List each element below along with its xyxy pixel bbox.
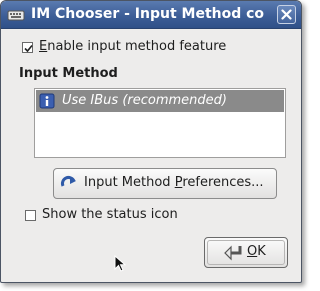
im-chooser-window: IM Chooser - Input Method co Enable inpu… — [0, 0, 302, 283]
refresh-arrow-icon — [60, 175, 78, 197]
mouse-pointer-icon — [114, 254, 127, 277]
list-item-label: Use IBus (recommended) — [62, 93, 227, 108]
close-button[interactable] — [277, 5, 296, 24]
ok-button[interactable]: OK — [204, 237, 288, 268]
keyboard-icon — [7, 8, 25, 22]
checkmark-icon — [24, 44, 33, 53]
input-method-preferences-button[interactable]: Input Method Preferences... — [53, 168, 277, 199]
input-method-list[interactable]: Use IBus (recommended) — [34, 88, 286, 158]
title-bar[interactable]: IM Chooser - Input Method co — [1, 1, 301, 29]
enable-im-checkbox[interactable] — [22, 42, 33, 53]
window-title: IM Chooser - Input Method co — [31, 6, 265, 22]
ok-arrow-icon — [223, 244, 243, 265]
mnemonic-o: O — [247, 244, 258, 259]
show-status-icon-label[interactable]: Show the status icon — [42, 207, 178, 222]
list-item[interactable]: Use IBus (recommended) — [36, 90, 284, 112]
ok-button-focus-ring — [207, 240, 285, 265]
show-status-icon-checkbox[interactable] — [25, 210, 36, 221]
mnemonic-e: E — [39, 39, 48, 54]
preferences-label: Input Method Preferences... — [84, 175, 264, 190]
ok-label: OK — [247, 244, 266, 259]
info-icon — [39, 93, 55, 109]
dialog-content: Enable input method feature Input Method… — [1, 30, 301, 282]
close-icon — [281, 9, 292, 20]
enable-im-label[interactable]: Enable input method feature — [39, 39, 226, 54]
input-method-heading: Input Method — [19, 66, 118, 81]
